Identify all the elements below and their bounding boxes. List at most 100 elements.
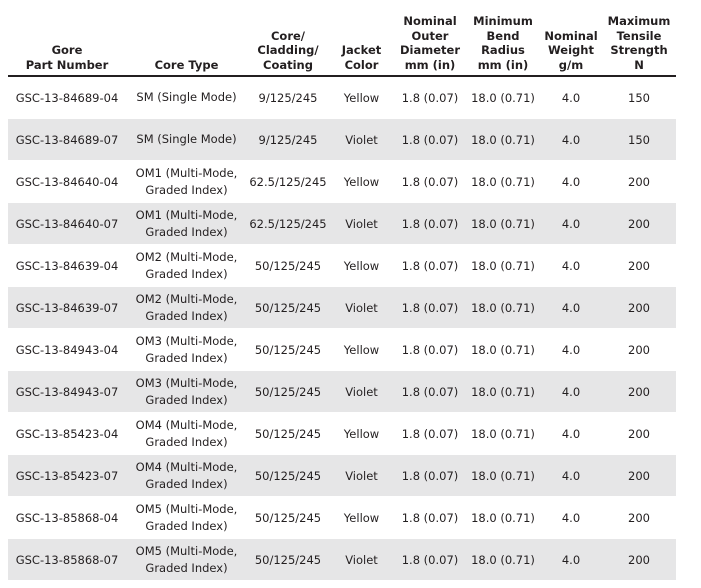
table-row: GSC-13-85423-07 OM4 (Multi-Mode, Graded In… xyxy=(8,454,676,497)
jacket-color-cell: Violet xyxy=(329,286,394,329)
part-number-cell: GSC-13-84943-04 xyxy=(8,328,126,371)
header-line: Nominal xyxy=(544,28,598,43)
nominal-weight-cell: 4.0 xyxy=(540,286,602,329)
core-type-line: Graded Index) xyxy=(145,434,228,449)
core-type-cell: OM5 (Multi-Mode, Graded Index) xyxy=(126,538,247,581)
core-type-line: OM5 (Multi-Mode, xyxy=(135,502,238,516)
header-tensile-strength: Maximum Tensile Strength N xyxy=(602,4,676,77)
bend-radius-cell: 18.0 (0.71) xyxy=(466,76,540,119)
jacket-color-cell: Violet xyxy=(329,370,394,413)
header-line: Radius xyxy=(481,43,525,57)
header-line: Outer xyxy=(411,28,449,43)
header-line: N xyxy=(634,57,644,72)
tensile-strength-cell: 150 xyxy=(602,118,676,161)
table-row: GSC-13-85423-04 OM4 (Multi-Mode, Graded In… xyxy=(8,412,676,455)
core-cladding-coating-cell: 50/125/245 xyxy=(247,286,329,329)
bend-radius-cell: 18.0 (0.71) xyxy=(466,412,540,455)
bend-radius-cell: 18.0 (0.71) xyxy=(466,370,540,413)
outer-diameter-cell: 1.8 (0.07) xyxy=(394,160,466,203)
header-core-cladding-coating: Core/Cladding/Coating xyxy=(247,4,329,77)
core-cladding-coating-cell: 50/125/245 xyxy=(247,244,329,287)
header-line: Core/ xyxy=(270,28,305,43)
tensile-strength-cell: 150 xyxy=(602,76,676,119)
nominal-weight-cell: 4.0 xyxy=(540,202,602,245)
part-number-cell: GSC-13-85423-07 xyxy=(8,454,126,497)
nominal-weight-cell: 4.0 xyxy=(540,370,602,413)
outer-diameter-cell: 1.8 (0.07) xyxy=(394,538,466,581)
header-line: mm (in) xyxy=(404,57,456,72)
tensile-strength-cell: 200 xyxy=(602,328,676,371)
table-row: GSC-13-84943-04 OM3 (Multi-Mode, Graded In… xyxy=(8,328,676,371)
part-number-cell: GSC-13-84640-04 xyxy=(8,160,126,203)
outer-diameter-cell: 1.8 (0.07) xyxy=(394,202,466,245)
header-line: mm (in) xyxy=(477,57,529,72)
core-type-line: OM3 (Multi-Mode, xyxy=(135,376,238,390)
tensile-strength-cell: 200 xyxy=(602,244,676,287)
core-type-line: Graded Index) xyxy=(145,392,228,407)
core-cladding-coating-cell: 50/125/245 xyxy=(247,370,329,413)
part-number-cell: GSC-13-84639-04 xyxy=(8,244,126,287)
tensile-strength-cell: 200 xyxy=(602,454,676,497)
part-number-cell: GSC-13-84640-07 xyxy=(8,202,126,245)
part-number-cell: GSC-13-84639-07 xyxy=(8,286,126,329)
core-type-line: SM (Single Mode) xyxy=(136,90,237,105)
tensile-strength-cell: 200 xyxy=(602,538,676,581)
core-cladding-coating-cell: 50/125/245 xyxy=(247,454,329,497)
header-line: Gore xyxy=(51,43,83,57)
outer-diameter-cell: 1.8 (0.07) xyxy=(394,244,466,287)
core-cladding-coating-cell: 50/125/245 xyxy=(247,538,329,581)
outer-diameter-cell: 1.8 (0.07) xyxy=(394,454,466,497)
header-line: Bend xyxy=(486,28,520,43)
table-row: GSC-13-84943-07 OM3 (Multi-Mode, Graded In… xyxy=(8,370,676,413)
jacket-color-cell: Yellow xyxy=(329,328,394,371)
table-row: GSC-13-85868-07 OM5 (Multi-Mode, Graded In… xyxy=(8,538,676,581)
header-line: Nominal xyxy=(403,14,457,28)
tensile-strength-cell: 200 xyxy=(602,412,676,455)
jacket-color-cell: Yellow xyxy=(329,160,394,203)
table-row: GSC-13-84640-07 OM1 (Multi-Mode, Graded In… xyxy=(8,202,676,245)
outer-diameter-cell: 1.8 (0.07) xyxy=(394,412,466,455)
jacket-color-cell: Yellow xyxy=(329,76,394,119)
header-row: Gore Part Number Core Type Core/Cladding/Co… xyxy=(8,4,676,77)
header-bend-radius: Minimum Bend Radius mm (in) xyxy=(466,4,540,77)
core-type-line: Graded Index) xyxy=(145,476,228,491)
header-line: Jacket xyxy=(341,43,382,57)
core-cladding-coating-cell: 62.5/125/245 xyxy=(247,202,329,245)
core-type-cell: OM2 (Multi-Mode, Graded Index) xyxy=(126,244,247,287)
core-type-cell: OM3 (Multi-Mode, Graded Index) xyxy=(126,370,247,413)
nominal-weight-cell: 4.0 xyxy=(540,328,602,371)
part-number-cell: GSC-13-84689-07 xyxy=(8,118,126,161)
table-row: GSC-13-84639-04 OM2 (Multi-Mode, Graded In… xyxy=(8,244,676,287)
header-line: Tensile xyxy=(616,28,662,43)
part-number-cell: GSC-13-84943-07 xyxy=(8,370,126,413)
core-type-cell: OM1 (Multi-Mode, Graded Index) xyxy=(126,160,247,203)
outer-diameter-cell: 1.8 (0.07) xyxy=(394,76,466,119)
table-header: Gore Part Number Core Type Core/Cladding/Co… xyxy=(8,4,676,77)
jacket-color-cell: Violet xyxy=(329,454,394,497)
header-line: g/m xyxy=(558,57,584,72)
bend-radius-cell: 18.0 (0.71) xyxy=(466,454,540,497)
bend-radius-cell: 18.0 (0.71) xyxy=(466,202,540,245)
header-core-type: Core Type xyxy=(126,4,247,77)
part-number-cell: GSC-13-84689-04 xyxy=(8,76,126,119)
jacket-color-cell: Violet xyxy=(329,118,394,161)
bend-radius-cell: 18.0 (0.71) xyxy=(466,328,540,371)
outer-diameter-cell: 1.8 (0.07) xyxy=(394,328,466,371)
jacket-color-cell: Yellow xyxy=(329,412,394,455)
core-type-cell: OM4 (Multi-Mode, Graded Index) xyxy=(126,412,247,455)
header-line: Color xyxy=(344,57,379,72)
core-type-line: Graded Index) xyxy=(145,560,228,575)
jacket-color-cell: Violet xyxy=(329,538,394,581)
header-line: Part Number xyxy=(25,57,109,72)
bend-radius-cell: 18.0 (0.71) xyxy=(466,286,540,329)
bend-radius-cell: 18.0 (0.71) xyxy=(466,160,540,203)
nominal-weight-cell: 4.0 xyxy=(540,160,602,203)
core-type-line: OM2 (Multi-Mode, xyxy=(135,250,238,264)
bend-radius-cell: 18.0 (0.71) xyxy=(466,244,540,287)
header-line: Diameter xyxy=(400,43,460,57)
core-type-line: Graded Index) xyxy=(145,308,228,323)
nominal-weight-cell: 4.0 xyxy=(540,538,602,581)
table-body: GSC-13-84689-04 SM (Single Mode) 9/125/245… xyxy=(8,76,676,581)
table-row: GSC-13-84689-07 SM (Single Mode) 9/125/245… xyxy=(8,118,676,161)
core-cladding-coating-cell: 50/125/245 xyxy=(247,412,329,455)
